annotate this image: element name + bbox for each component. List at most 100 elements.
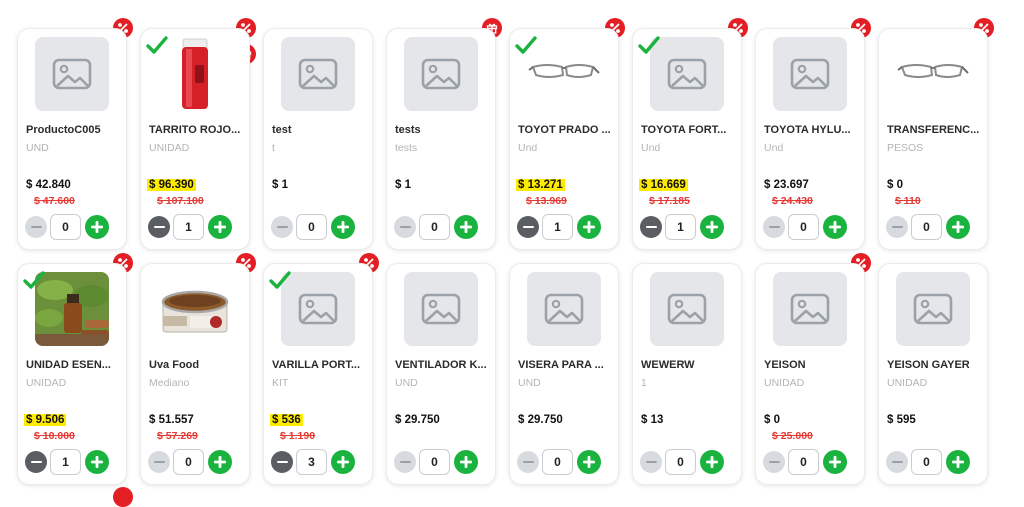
product-card[interactable]: YEISON UNIDAD $ 0 $ 25.000 0 [755,263,865,485]
quantity-field[interactable]: 0 [173,449,204,475]
increase-qty-button[interactable] [946,215,970,239]
placeholder-icon[interactable] [404,272,478,346]
plus-icon [952,221,964,233]
product-card[interactable]: VISERA PARA ... UND $ 29.750 0 [509,263,619,485]
increase-qty-button[interactable] [823,215,847,239]
placeholder-icon[interactable] [527,272,601,346]
minus-icon [399,225,411,229]
product-card[interactable]: TOYOT PRADO ... Und $ 13.271 $ 13.969 1 [509,28,619,250]
increase-qty-button[interactable] [208,215,232,239]
product-card[interactable]: TARRITO ROJO... UNIDAD $ 96.390 $ 107.100 1 [140,28,250,250]
increase-qty-button[interactable] [85,215,109,239]
minus-icon [153,460,165,464]
decrease-qty-button[interactable] [148,216,170,238]
decrease-qty-button[interactable] [271,216,293,238]
decrease-qty-button[interactable] [886,451,908,473]
quantity-field[interactable]: 0 [665,449,696,475]
quantity-field[interactable]: 1 [173,214,204,240]
quantity-field[interactable]: 0 [788,214,819,240]
placeholder-icon[interactable] [650,272,724,346]
product-card[interactable]: test t $ 1 0 [263,28,373,250]
decrease-qty-button[interactable] [517,216,539,238]
decrease-qty-button[interactable] [886,216,908,238]
product-card[interactable]: ProductoC005 UND $ 42.840 $ 47.600 0 [17,28,127,250]
decrease-qty-button[interactable] [640,451,662,473]
red-jar-image[interactable] [158,37,232,111]
plus-icon [952,456,964,468]
product-grid: ProductoC005 UND $ 42.840 $ 47.600 0 TARRITO … [0,0,1024,494]
placeholder-icon[interactable] [281,272,355,346]
quantity-field[interactable]: 0 [788,449,819,475]
product-card[interactable]: tests tests $ 1 0 [386,28,496,250]
quantity-field[interactable]: 0 [542,449,573,475]
eyeglasses-image[interactable] [527,37,601,111]
placeholder-icon[interactable] [35,37,109,111]
plus-icon [583,456,595,468]
increase-qty-button[interactable] [577,215,601,239]
product-name: TOYOT PRADO ... [518,124,611,136]
quantity-field[interactable]: 1 [542,214,573,240]
decrease-qty-button[interactable] [271,451,293,473]
placeholder-icon[interactable] [773,37,847,111]
increase-qty-button[interactable] [454,450,478,474]
product-old-price: $ 13.969 [526,195,567,207]
product-price: $ 1 [395,179,411,191]
increase-qty-button[interactable] [823,450,847,474]
plus-icon [91,221,103,233]
placeholder-icon[interactable] [773,272,847,346]
decrease-qty-button[interactable] [25,451,47,473]
decrease-qty-button[interactable] [148,451,170,473]
decrease-qty-button[interactable] [394,216,416,238]
increase-qty-button[interactable] [331,215,355,239]
quantity-field[interactable]: 0 [419,214,450,240]
minus-icon [645,460,657,464]
product-unit: UNIDAD [764,377,805,389]
product-price: $ 29.750 [518,414,563,426]
increase-qty-button[interactable] [946,450,970,474]
quantity-field[interactable]: 0 [911,214,942,240]
placeholder-icon[interactable] [404,37,478,111]
product-unit: UND [518,377,541,389]
quantity-field[interactable]: 0 [419,449,450,475]
eyeglasses-image[interactable] [896,37,970,111]
product-name: VENTILADOR K... [395,359,487,371]
decrease-qty-button[interactable] [25,216,47,238]
pet-food-can-image[interactable] [158,272,232,346]
decrease-qty-button[interactable] [640,216,662,238]
increase-qty-button[interactable] [331,450,355,474]
product-card[interactable]: TRANSFERENC... PESOS $ 0 $ 110 0 [878,28,988,250]
placeholder-icon[interactable] [281,37,355,111]
decrease-qty-button[interactable] [763,451,785,473]
increase-qty-button[interactable] [85,450,109,474]
placeholder-icon[interactable] [896,272,970,346]
product-card[interactable]: YEISON GAYER UNIDAD $ 595 0 [878,263,988,485]
quantity-field[interactable]: 1 [50,449,81,475]
increase-qty-button[interactable] [700,215,724,239]
product-card[interactable]: TOYOTA HYLU... Und $ 23.697 $ 24.430 0 [755,28,865,250]
product-price: $ 13 [641,414,664,426]
product-name: ProductoC005 [26,124,101,136]
product-old-price: $ 17.185 [649,195,690,207]
decrease-qty-button[interactable] [394,451,416,473]
increase-qty-button[interactable] [577,450,601,474]
decrease-qty-button[interactable] [763,216,785,238]
product-old-price: $ 24.430 [772,195,813,207]
placeholder-icon[interactable] [650,37,724,111]
quantity-field[interactable]: 0 [50,214,81,240]
product-card[interactable]: UNIDAD ESEN... UNIDAD $ 9.506 $ 10.000 1 [17,263,127,485]
quantity-field[interactable]: 3 [296,449,327,475]
product-card[interactable]: TOYOTA FORT... Und $ 16.669 $ 17.185 1 [632,28,742,250]
product-card[interactable]: VENTILADOR K... UND $ 29.750 0 [386,263,496,485]
increase-qty-button[interactable] [208,450,232,474]
product-card[interactable]: VARILLA PORT... KIT $ 536 $ 1.190 3 [263,263,373,485]
quantity-field[interactable]: 0 [911,449,942,475]
product-card[interactable]: Uva Food Mediano $ 51.557 $ 57.269 0 [140,263,250,485]
increase-qty-button[interactable] [454,215,478,239]
increase-qty-button[interactable] [700,450,724,474]
quantity-field[interactable]: 1 [665,214,696,240]
decrease-qty-button[interactable] [517,451,539,473]
essential-oil-image[interactable] [35,272,109,346]
product-card[interactable]: WEWERW 1 $ 13 0 [632,263,742,485]
quantity-field[interactable]: 0 [296,214,327,240]
product-unit: UNIDAD [26,377,67,389]
